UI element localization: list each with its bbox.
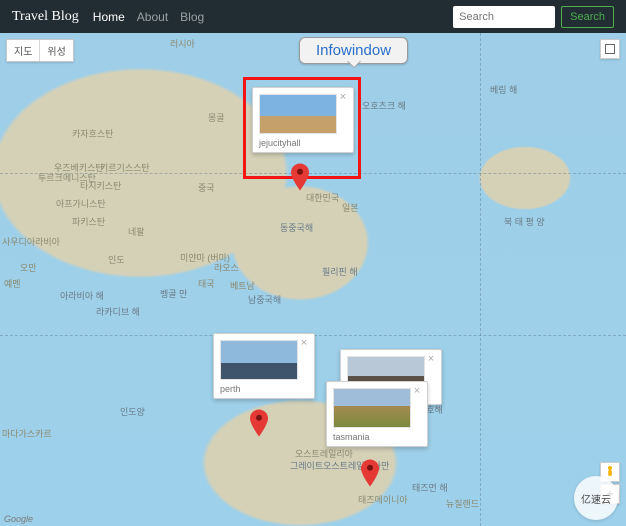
map-label: 남중국해 [248,293,281,306]
tasmania-marker[interactable] [361,459,379,487]
map-type-control: 지도 위성 [6,39,74,62]
map-label: 벵골 만 [160,287,187,300]
perth-marker[interactable] [250,409,268,437]
nav-home[interactable]: Home [93,10,125,24]
brand: Travel Blog [12,9,79,25]
maptype-map[interactable]: 지도 [7,40,40,61]
map-label: 러시아 [170,37,195,50]
map-label: 예멘 [4,277,21,290]
nav-blog[interactable]: Blog [180,10,204,24]
map-label: 필리핀 해 [322,265,358,278]
infowindow-title: tasmania [333,432,370,442]
map-label: 뉴질랜드 [446,497,479,510]
map-label: 미얀마 (버마) [180,251,230,264]
map-label: 네팔 [128,225,145,238]
map-label: 오호츠크 해 [362,99,406,112]
close-icon[interactable]: × [412,386,422,396]
infowindow-perth[interactable]: × perth [213,333,315,399]
watermark: 亿速云 [574,476,618,520]
map-label: 아프가니스탄 [56,197,106,210]
map-label: 파키스탄 [72,215,105,228]
map-label: 오스트레일리아 [295,447,353,460]
infowindow-title: jejucityhall [259,138,301,148]
map-label: 마다가스카르 [2,427,52,440]
navbar: Travel Blog Home About Blog Search [0,0,626,33]
search-button[interactable]: Search [561,6,614,28]
map-label: 동중국해 [280,221,313,234]
nav-about[interactable]: About [137,10,168,24]
infowindow-tasmania[interactable]: × tasmania [326,381,428,447]
map-label: 라카디브 해 [96,305,140,318]
map-label: 일본 [342,201,359,214]
close-icon[interactable]: × [299,338,309,348]
map-label: 대한민국 [306,191,339,204]
map-label: 몽골 [208,111,225,124]
search-input[interactable] [453,6,555,28]
map-label: 베링 해 [490,83,517,96]
map-label: 인도양 [120,405,145,418]
map-label: 타지키스탄 [80,179,121,192]
maptype-satellite[interactable]: 위성 [40,40,72,61]
close-icon[interactable]: × [338,92,348,102]
thumb-perth [220,340,298,380]
jeju-marker[interactable] [291,163,309,191]
infowindow-jeju[interactable]: × jejucityhall [252,87,354,153]
map-label: 태즈먼 해 [412,481,448,494]
infowindow-callout: Infowindow [299,37,408,64]
map-label: 카자흐스탄 [72,127,113,140]
map-label: 태즈메이니아 [358,493,408,506]
map-attribution: Google [4,514,33,524]
map-label: 북 태 평 양 [504,215,545,228]
thumb-jeju [259,94,337,134]
map-label: 중국 [198,181,215,194]
map-canvas[interactable]: 러시아카자흐스탄몽골중국우즈베키스탄투르크메니스탄키르기스스탄타지키스탄아프가니… [0,33,626,526]
map-label: 라오스 [214,261,239,274]
map-label: 인도 [108,253,125,266]
map-label: 사우디아라비아 [2,235,60,248]
map-label: 오만 [20,261,37,274]
thumb-tasmania [333,388,411,428]
map-label: 베트남 [230,279,255,292]
map-label: 아라비아 해 [60,289,104,302]
infowindow-title: perth [220,384,241,394]
fullscreen-icon[interactable] [600,39,620,59]
close-icon[interactable]: × [426,354,436,364]
map-label: 태국 [198,277,215,290]
